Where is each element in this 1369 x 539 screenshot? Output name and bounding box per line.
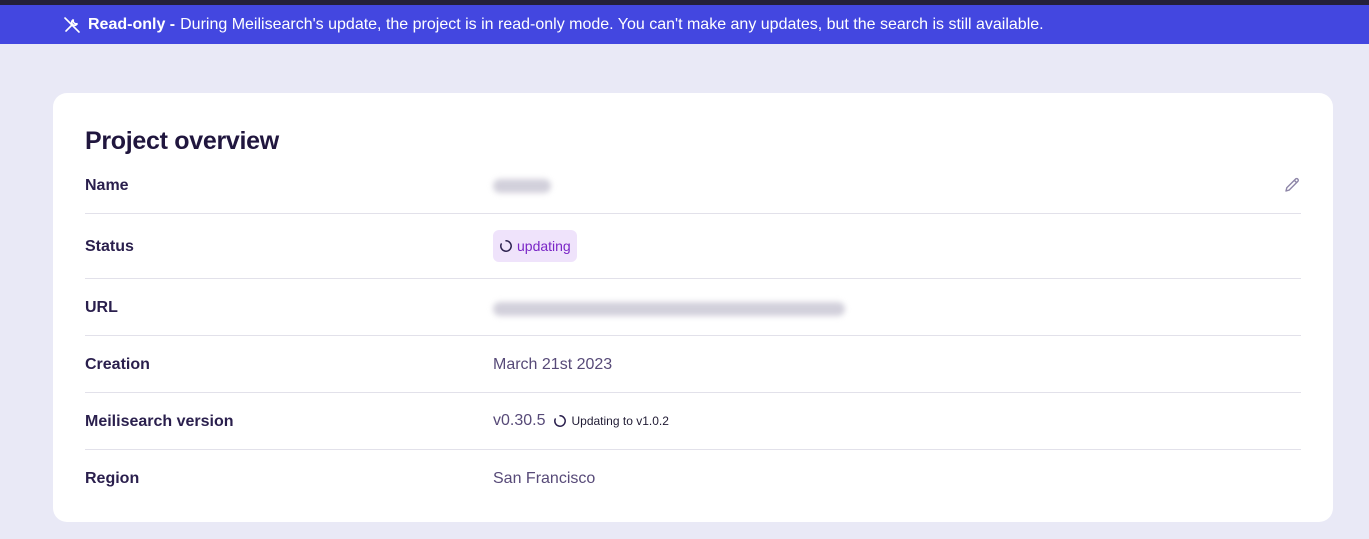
url-label: URL — [85, 299, 118, 316]
name-row: Name — [85, 168, 1301, 214]
wrench-slash-icon — [63, 16, 81, 34]
banner-title: Read-only - — [88, 15, 176, 33]
version-update-text: Updating to v1.0.2 — [571, 414, 669, 428]
status-value: updating — [493, 230, 577, 262]
page-title: Project overview — [85, 127, 279, 155]
version-label: Meilisearch version — [85, 413, 234, 430]
creation-label: Creation — [85, 356, 150, 373]
status-badge: updating — [493, 230, 577, 262]
version-number: v0.30.5 — [493, 412, 546, 429]
edit-name-icon[interactable] — [1283, 176, 1301, 194]
spinner-icon — [553, 414, 567, 428]
status-badge-text: updating — [517, 238, 571, 254]
name-label: Name — [85, 177, 129, 194]
read-only-banner: Read-only - During Meilisearch's update,… — [0, 5, 1369, 44]
name-value — [493, 176, 551, 196]
spinner-icon — [499, 239, 513, 253]
region-row: Region San Francisco — [85, 450, 1301, 507]
version-update-note: Updating to v1.0.2 — [553, 414, 669, 428]
banner-message: During Meilisearch's update, the project… — [180, 15, 1044, 33]
url-redacted — [493, 302, 845, 316]
version-value: v0.30.5 Updating to v1.0.2 — [493, 412, 669, 430]
creation-value: March 21st 2023 — [493, 356, 613, 373]
name-redacted — [493, 179, 551, 193]
region-value: San Francisco — [493, 470, 596, 487]
project-overview-card: Project overview Name Status updating UR… — [53, 93, 1333, 522]
status-row: Status updating — [85, 214, 1301, 279]
creation-row: Creation March 21st 2023 — [85, 336, 1301, 393]
status-label: Status — [85, 238, 134, 255]
version-row: Meilisearch version v0.30.5 Updating to … — [85, 393, 1301, 450]
url-row: URL — [85, 279, 1301, 336]
region-label: Region — [85, 470, 140, 487]
url-value — [493, 299, 845, 319]
